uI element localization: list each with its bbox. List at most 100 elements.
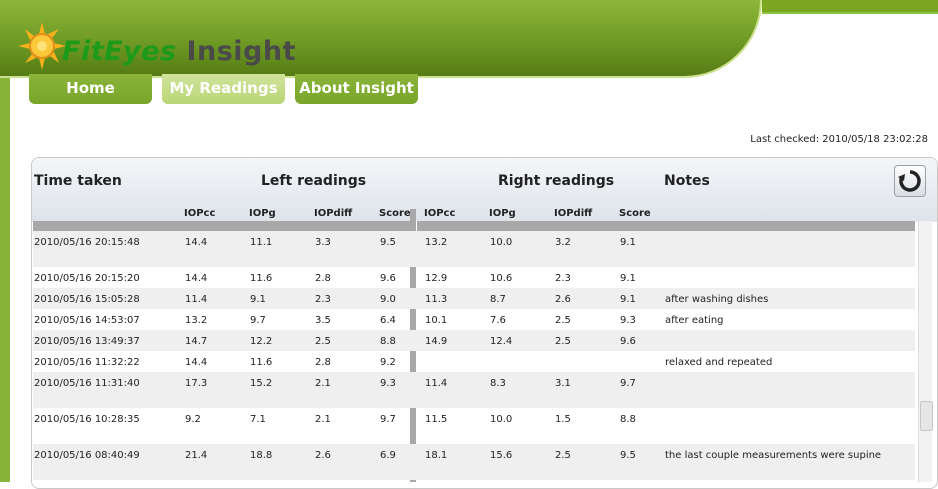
cell-left-iopdiff: 2.1 (315, 414, 331, 425)
cell-right-iopg: 12.4 (490, 336, 513, 347)
cell-note: the last couple measurements were supine (665, 450, 882, 461)
cell-left-iopcc: 14.7 (185, 336, 208, 347)
cell-time: 2010/05/16 13:49:37 (34, 336, 140, 347)
cell-left-iopdiff: 2.5 (315, 336, 331, 347)
cell-note: after eating (665, 315, 724, 326)
brand-fit: FitEyes (62, 36, 177, 67)
cell-left-iopcc: 14.4 (185, 357, 208, 368)
cell-right-score: 9.7 (620, 378, 636, 389)
cell-right-iopg: 10.0 (490, 414, 513, 425)
cell-left-iopcc: 14.4 (185, 237, 208, 248)
cell-time: 2010/05/16 10:28:35 (34, 414, 140, 425)
header-left-readings: Left readings (261, 173, 367, 189)
cell-left-score: 9.3 (380, 378, 396, 389)
cell-left-score: 6.9 (380, 450, 396, 461)
cell-right-iopcc: 11.5 (425, 414, 448, 425)
cell-time: 2010/05/16 14:53:07 (34, 315, 140, 326)
cell-right-iopg: 10.0 (490, 237, 513, 248)
subheader-left-iopcc: IOPcc (184, 208, 216, 219)
cell-left-iopcc: 21.4 (185, 450, 208, 461)
table-row[interactable]: 2010/05/16 13:49:37 14.7 12.2 2.5 8.8 14.9 12.… (33, 330, 915, 351)
cell-right-iopg: 8.3 (490, 378, 506, 389)
tab-home[interactable]: Home (29, 74, 152, 104)
header-separator-strip (33, 221, 915, 231)
cell-left-score: 9.5 (380, 237, 396, 248)
header-right-readings: Right readings (498, 173, 615, 189)
cell-right-score: 9.1 (620, 237, 636, 248)
cell-right-iopcc: 13.2 (425, 237, 448, 248)
table-row[interactable]: 2010/05/16 11:32:22 14.4 11.6 2.8 9.2 relaxed… (33, 351, 915, 372)
cell-time: 2010/05/16 11:32:22 (34, 357, 140, 368)
cell-right-iopdiff: 2.3 (555, 273, 571, 284)
cell-left-iopdiff: 2.8 (315, 273, 331, 284)
cell-left-iopcc: 14.4 (185, 273, 208, 284)
cell-right-score: 9.1 (620, 294, 636, 305)
brand-logo-text: FitEyes Insight (62, 36, 296, 67)
cell-left-iopcc: 17.3 (185, 378, 208, 389)
table-row[interactable]: 2010/05/16 11:31:40 17.3 15.2 2.1 9.3 11.4 8.3… (33, 372, 915, 408)
scrollbar-thumb[interactable] (920, 401, 933, 431)
cell-left-iopdiff: 2.6 (315, 450, 331, 461)
table-row[interactable]: 2010/05/16 20:15:48 14.4 11.1 3.3 9.5 13.2 10.… (33, 231, 915, 267)
table-row[interactable]: 2010/05/16 14:53:07 13.2 9.7 3.5 6.4 10.1 7.6 2… (33, 309, 915, 330)
cell-right-iopdiff: 2.5 (555, 336, 571, 347)
last-checked-status: Last checked: 2010/05/18 23:02:28 (750, 134, 928, 145)
header-notes: Notes (664, 173, 710, 189)
tab-about-insight[interactable]: About Insight (295, 74, 418, 104)
subheader-right-score: Score (619, 208, 651, 219)
cell-right-iopdiff: 3.2 (555, 237, 571, 248)
subheader-left-iopg: IOPg (249, 208, 276, 219)
cell-right-iopcc: 18.1 (425, 450, 448, 461)
cell-right-iopg: 8.7 (490, 294, 506, 305)
cell-left-iopg: 11.1 (250, 237, 273, 248)
table-scrollbar[interactable] (918, 221, 933, 482)
subheader-right-iopg: IOPg (489, 208, 516, 219)
cell-left-iopdiff: 3.5 (315, 315, 331, 326)
cell-time: 2010/05/16 15:05:28 (34, 294, 140, 305)
cell-left-iopdiff: 2.3 (315, 294, 331, 305)
table-row[interactable]: 2010/05/16 20:15:20 14.4 11.6 2.8 9.6 12.9 10.… (33, 267, 915, 288)
cell-left-score: 6.4 (380, 315, 396, 326)
cell-time: 2010/05/16 20:15:48 (34, 237, 140, 248)
top-accent-line (762, 0, 938, 14)
cell-left-score: 9.0 (380, 294, 396, 305)
refresh-icon (898, 170, 921, 192)
cell-right-iopcc: 12.9 (425, 273, 448, 284)
cell-right-iopdiff: 2.5 (555, 450, 571, 461)
cell-left-iopg: 15.2 (250, 378, 273, 389)
table-row[interactable]: 2010/05/16 10:28:35 9.2 7.1 2.1 9.7 11.5 10.0 1… (33, 408, 915, 444)
cell-left-iopg: 11.6 (250, 357, 273, 368)
cell-left-iopg: 12.2 (250, 336, 273, 347)
sun-logo-icon (18, 22, 66, 70)
table-row[interactable]: 2010/05/16 08:40:49 21.4 18.8 2.6 6.9 18.1 15.… (33, 444, 915, 480)
cell-right-iopg: 15.6 (490, 450, 513, 461)
cell-left-iopg: 9.1 (250, 294, 266, 305)
cell-left-iopdiff: 3.3 (315, 237, 331, 248)
cell-right-iopdiff: 2.5 (555, 315, 571, 326)
cell-right-score: 9.1 (620, 273, 636, 284)
cell-right-iopdiff: 1.5 (555, 414, 571, 425)
refresh-button[interactable] (894, 165, 926, 197)
cell-right-iopcc: 11.3 (425, 294, 448, 305)
cell-left-iopg: 18.8 (250, 450, 273, 461)
cell-right-score: 9.5 (620, 450, 636, 461)
cell-left-iopg: 7.1 (250, 414, 266, 425)
cell-time: 2010/05/16 11:31:40 (34, 378, 140, 389)
brand-insight: Insight (176, 36, 296, 67)
subheader-right-iopcc: IOPcc (424, 208, 456, 219)
tab-my-readings[interactable]: My Readings (162, 74, 285, 104)
cell-left-iopcc: 13.2 (185, 315, 208, 326)
cell-note: relaxed and repeated (665, 357, 773, 368)
subheader-left-iopdiff: IOPdiff (314, 208, 353, 219)
cell-left-iopg: 9.7 (250, 315, 266, 326)
cell-left-score: 9.2 (380, 357, 396, 368)
cell-left-score: 8.8 (380, 336, 396, 347)
cell-right-score: 9.6 (620, 336, 636, 347)
header-time-taken: Time taken (34, 173, 122, 189)
cell-right-iopcc: 10.1 (425, 315, 448, 326)
cell-left-iopdiff: 2.8 (315, 357, 331, 368)
cell-note: after washing dishes (665, 294, 769, 305)
cell-right-iopg: 10.6 (490, 273, 513, 284)
cell-left-score: 9.7 (380, 414, 396, 425)
table-row[interactable]: 2010/05/16 15:05:28 11.4 9.1 2.3 9.0 11.3 8.7 2… (33, 288, 915, 309)
